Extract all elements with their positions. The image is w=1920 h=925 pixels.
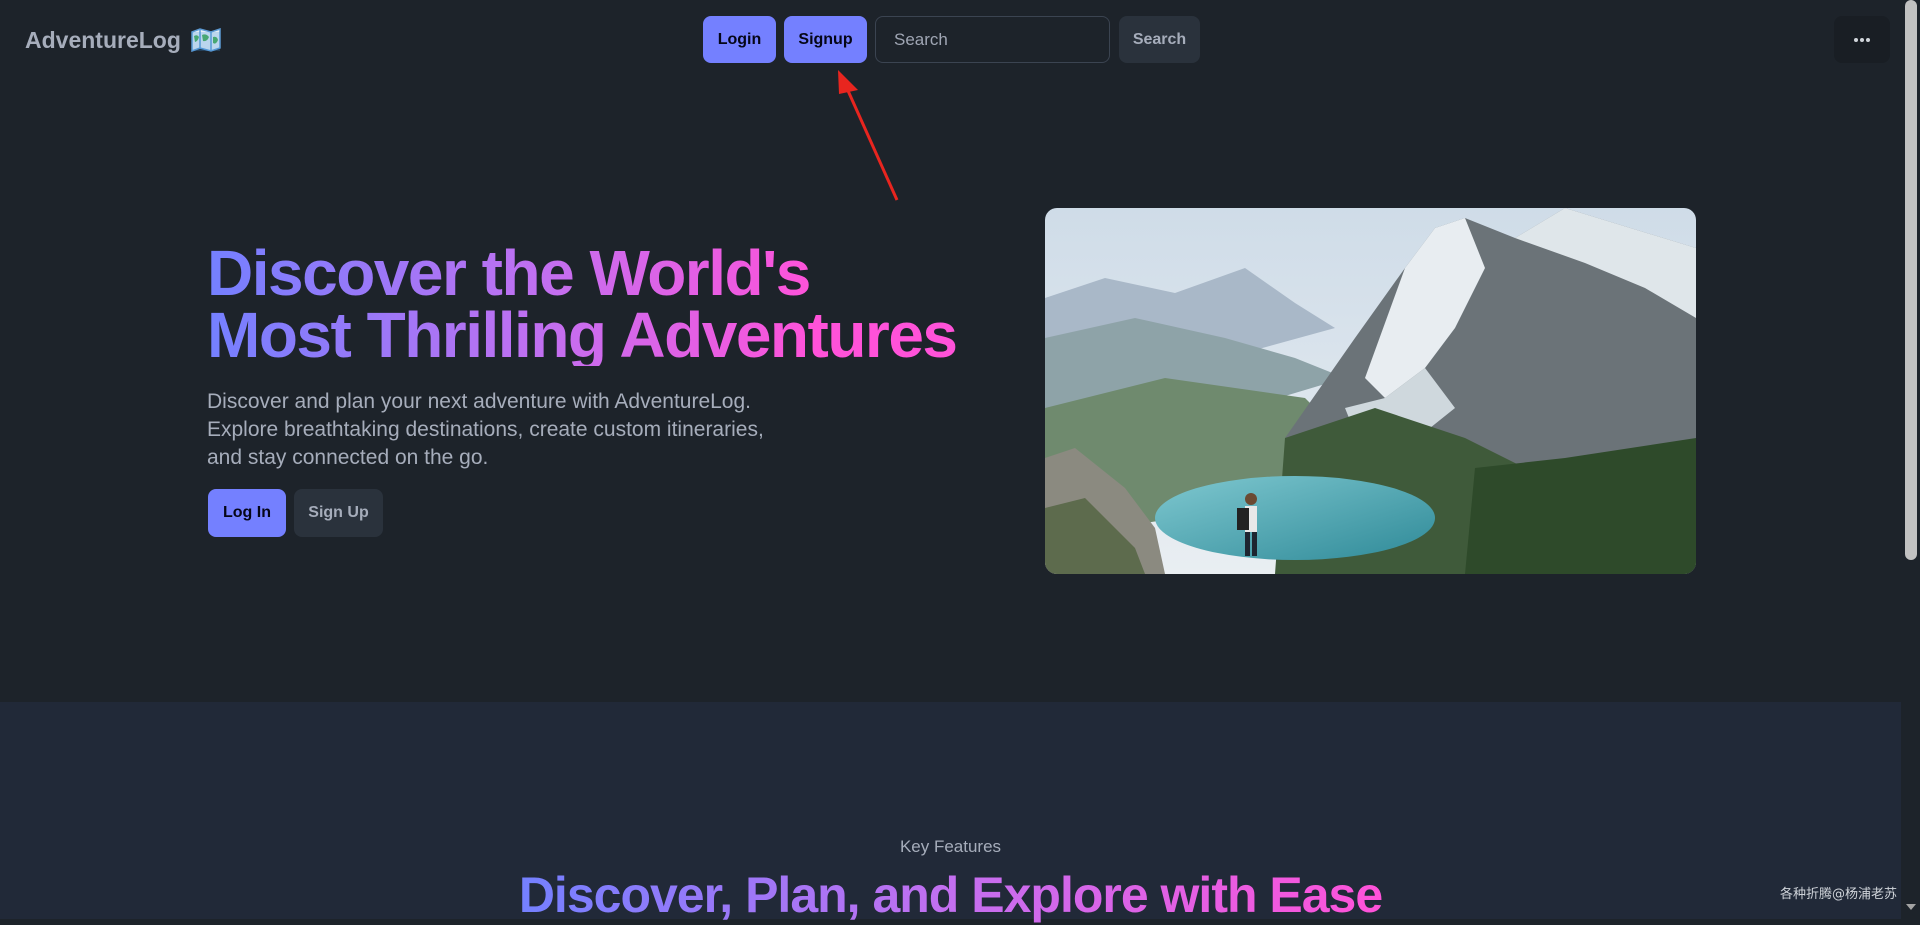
hero-signup-button[interactable]: Sign Up — [294, 489, 383, 537]
features-title: Discover, Plan, and Explore with Ease — [0, 865, 1901, 925]
more-dots-icon — [1854, 37, 1870, 42]
hero-title: Discover the World's Most Thrilling Adve… — [207, 241, 967, 367]
search-button[interactable]: Search — [1119, 16, 1200, 63]
hero-description: Discover and plan your next adventure wi… — [207, 390, 764, 469]
brand-name: AdventureLog — [25, 26, 181, 53]
more-menu-button[interactable] — [1834, 16, 1890, 63]
features-kicker: Key Features — [899, 837, 1002, 856]
signup-button[interactable]: Signup — [784, 16, 867, 63]
mountain-lake-photo — [1045, 208, 1696, 574]
search-input[interactable] — [892, 28, 1117, 51]
scroll-down-arrow-icon[interactable] — [1906, 904, 1916, 910]
hero-image — [1045, 208, 1696, 574]
annotation-arrow-icon — [838, 70, 899, 201]
watermark: 各种折腾@杨浦老苏 — [1780, 887, 1898, 902]
world-map-icon — [191, 28, 221, 52]
features-section: Key Features Discover, Plan, and Explore… — [0, 702, 1901, 923]
search-field[interactable] — [875, 16, 1117, 63]
scrollbar-thumb[interactable] — [1905, 0, 1917, 560]
brand[interactable]: AdventureLog — [25, 24, 221, 56]
page-scrollbar[interactable] — [1901, 0, 1920, 919]
features-title-text: Discover, Plan, and Explore with Ease — [518, 867, 1383, 923]
login-button[interactable]: Login — [703, 16, 776, 63]
hero-login-button[interactable]: Log In — [208, 489, 286, 537]
